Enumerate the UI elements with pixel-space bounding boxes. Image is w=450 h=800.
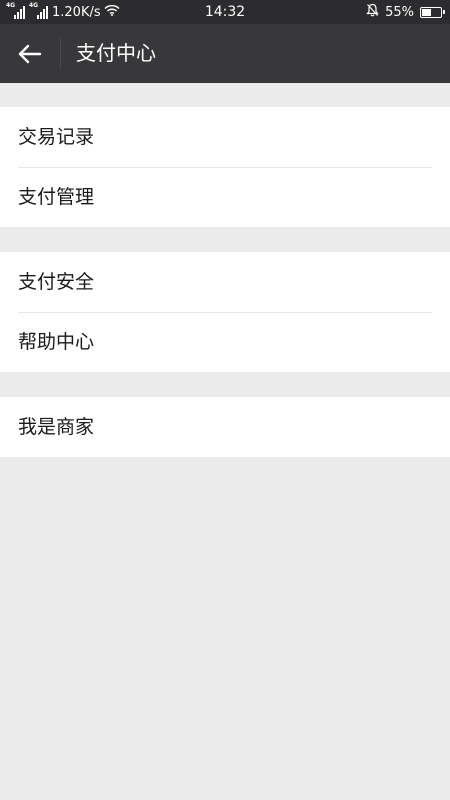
- nav-divider: [60, 38, 61, 68]
- list-item-merchant[interactable]: 我是商家: [0, 397, 450, 457]
- nav-bar: 支付中心: [0, 24, 450, 83]
- list-item-transaction-records[interactable]: 交易记录: [0, 107, 450, 167]
- battery-percent: 55%: [385, 4, 414, 20]
- status-bar: 4G 4G 1.20K/s 14:32 55%: [0, 0, 450, 24]
- bell-off-icon: [366, 3, 379, 21]
- status-right: 55%: [366, 0, 445, 24]
- list-item-payment-management[interactable]: 支付管理: [0, 167, 450, 227]
- list-item-help-center[interactable]: 帮助中心: [0, 312, 450, 372]
- menu-group-3: 我是商家: [0, 397, 450, 457]
- list-item-payment-security[interactable]: 支付安全: [0, 252, 450, 312]
- back-arrow-icon: [18, 44, 42, 64]
- battery-icon: [420, 6, 445, 18]
- menu-group-1: 交易记录 支付管理: [0, 107, 450, 227]
- back-button[interactable]: [14, 38, 46, 70]
- page-title: 支付中心: [76, 41, 156, 65]
- menu-group-2: 支付安全 帮助中心: [0, 252, 450, 372]
